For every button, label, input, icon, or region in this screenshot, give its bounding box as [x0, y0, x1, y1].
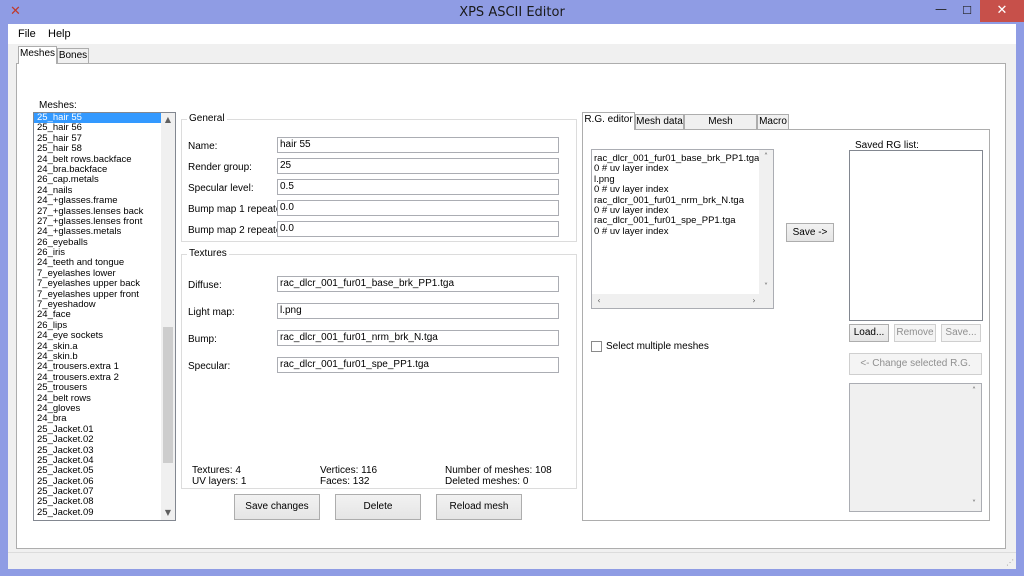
maximize-button[interactable]: ☐: [954, 0, 980, 22]
bump2-repeater-label: Bump map 2 repeater:: [188, 225, 288, 236]
tab-bones[interactable]: Bones: [57, 48, 89, 64]
textures-count: Textures: 4: [192, 465, 241, 476]
rg-text-vscroll[interactable]: ˄ ˅: [759, 150, 773, 308]
diffuse-label: Diffuse:: [188, 280, 222, 291]
reload-mesh-button[interactable]: Reload mesh: [436, 494, 522, 520]
save-rg-button[interactable]: Save ->: [786, 223, 834, 242]
diffuse-field[interactable]: rac_dlcr_001_fur01_base_brk_PP1.tga: [277, 276, 559, 292]
rg-preview-scrollbar[interactable]: ˄ ˅: [967, 384, 981, 511]
bump1-repeater-label: Bump map 1 repeater:: [188, 204, 288, 215]
general-group-title: General: [187, 113, 227, 124]
close-button[interactable]: ✕: [980, 0, 1024, 22]
light-map-label: Light map:: [188, 307, 235, 318]
menu-help[interactable]: Help: [48, 28, 71, 40]
mesh-list-item[interactable]: 25_Jacket.09: [34, 507, 175, 518]
specular-level-field[interactable]: 0.5: [277, 179, 559, 195]
minimize-button[interactable]: —: [928, 0, 954, 22]
faces-count: Faces: 132: [320, 476, 370, 487]
mesh-list-item[interactable]: 24_+glasses.frame: [34, 195, 175, 206]
bump2-repeater-field[interactable]: 0.0: [277, 221, 559, 237]
rg-text-hscroll[interactable]: ‹ ›: [592, 294, 761, 308]
rg-scroll-down-icon[interactable]: ˅: [759, 280, 773, 294]
window-title: XPS ASCII Editor: [459, 5, 565, 20]
uv-layers-count: UV layers: 1: [192, 476, 247, 487]
delete-button[interactable]: Delete: [335, 494, 421, 520]
remove-rg-button[interactable]: Remove: [894, 324, 936, 342]
tab-macro[interactable]: Macro: [757, 114, 789, 130]
tab-mesh-data[interactable]: Mesh data: [635, 114, 684, 130]
rg-scroll-up-icon[interactable]: ˄: [759, 150, 773, 164]
meshes-label: Meshes:: [39, 100, 77, 111]
name-label: Name:: [188, 141, 218, 152]
render-group-label: Render group:: [188, 162, 252, 173]
specular-label: Specular:: [188, 361, 231, 372]
rg-text-line: 0 # uv layer index: [594, 163, 669, 175]
select-multiple-label: Select multiple meshes: [606, 341, 709, 352]
save-rg-list-button[interactable]: Save...: [941, 324, 981, 342]
menu-bar: File Help: [8, 24, 1016, 44]
tab-meshes[interactable]: Meshes: [18, 46, 57, 64]
textures-group-title: Textures: [187, 248, 229, 259]
change-selected-rg-button[interactable]: <- Change selected R.G.: [849, 353, 982, 375]
select-multiple-checkbox[interactable]: [591, 341, 602, 352]
preview-scroll-down-icon[interactable]: ˅: [967, 497, 981, 511]
rg-text-lines: rac_dlcr_001_fur01_base_brk_PP1.tga 0 # u…: [592, 150, 773, 237]
general-group: General Name: hair 55 Render group: 25 S…: [181, 113, 577, 242]
meshes-tab-page: Meshes: 25_hair 55 25_hair 56 25_hair 57 25…: [16, 63, 1006, 549]
mesh-list-item[interactable]: 25_hair 58: [34, 143, 175, 154]
mesh-listbox[interactable]: 25_hair 55 25_hair 56 25_hair 57 25_hair 58…: [33, 112, 176, 521]
specular-level-label: Specular level:: [188, 183, 254, 194]
tab-mesh-operations[interactable]: Mesh operations: [684, 114, 757, 141]
tab-rg-editor[interactable]: R.G. editor: [582, 112, 635, 130]
scroll-thumb[interactable]: [163, 327, 173, 463]
saved-rg-listbox[interactable]: [849, 150, 983, 321]
resize-grip-icon[interactable]: ⋰: [1006, 558, 1014, 567]
mesh-list: 25_hair 55 25_hair 56 25_hair 57 25_hair 58…: [34, 113, 175, 518]
mesh-list-item[interactable]: 25_Jacket.02: [34, 434, 175, 445]
title-bar[interactable]: ✕ XPS ASCII Editor — ☐ ✕: [0, 0, 1024, 24]
deleted-mesh-count: Deleted meshes: 0: [445, 476, 529, 487]
bump1-repeater-field[interactable]: 0.0: [277, 200, 559, 216]
app-window: ✕ XPS ASCII Editor — ☐ ✕ File Help Meshe…: [0, 0, 1024, 576]
rg-scroll-left-icon[interactable]: ‹: [592, 294, 606, 308]
mesh-count: Number of meshes: 108: [445, 465, 552, 476]
scroll-down-icon[interactable]: ▼: [161, 506, 175, 520]
mesh-list-item[interactable]: 25_trousers: [34, 382, 175, 393]
rg-editor-page: rac_dlcr_001_fur01_base_brk_PP1.tga 0 # u…: [582, 129, 990, 521]
rg-text-line: 0 # uv layer index: [594, 225, 669, 237]
rg-scroll-right-icon[interactable]: ›: [747, 294, 761, 308]
load-rg-button[interactable]: Load...: [849, 324, 889, 342]
name-field[interactable]: hair 55: [277, 137, 559, 153]
client-area: File Help Meshes Bones Meshes: 25_hair 5…: [8, 24, 1016, 569]
menu-file[interactable]: File: [18, 28, 36, 40]
save-changes-button[interactable]: Save changes: [234, 494, 320, 520]
specular-field[interactable]: rac_dlcr_001_fur01_spe_PP1.tga: [277, 357, 559, 373]
bump-label: Bump:: [188, 334, 217, 345]
vertices-count: Vertices: 116: [320, 465, 378, 476]
rg-preview-area[interactable]: ˄ ˅: [849, 383, 982, 512]
light-map-field[interactable]: l.png: [277, 303, 559, 319]
textures-group: Textures Diffuse: rac_dlcr_001_fur01_bas…: [181, 248, 577, 489]
mesh-list-scrollbar[interactable]: ▲ ▼: [161, 113, 175, 520]
status-bar: ⋰: [8, 552, 1016, 569]
preview-scroll-up-icon[interactable]: ˄: [967, 384, 981, 398]
scroll-up-icon[interactable]: ▲: [161, 113, 175, 127]
rg-text-area[interactable]: rac_dlcr_001_fur01_base_brk_PP1.tga 0 # u…: [591, 149, 774, 309]
bump-field[interactable]: rac_dlcr_001_fur01_nrm_brk_N.tga: [277, 330, 559, 346]
render-group-field[interactable]: 25: [277, 158, 559, 174]
